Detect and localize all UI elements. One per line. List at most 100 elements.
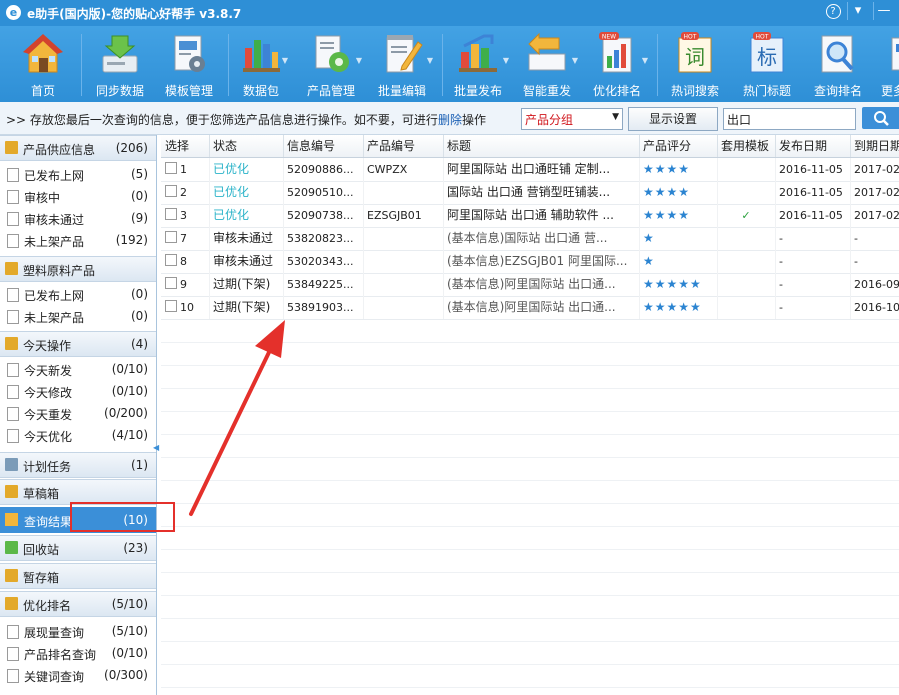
row-exp-date: - [850,250,899,273]
row-status: 过期(下架) [209,296,284,319]
col-select[interactable]: 选择 [161,135,210,157]
toolbar-batch-publish-button[interactable]: 批量发布 ▼ [449,30,509,100]
search-icon [874,111,889,126]
toolbar-more-label: 更多 [881,84,899,98]
col-product-id[interactable]: 产品编号 [363,135,444,157]
toolbar-home-button[interactable]: 首页 [16,30,70,100]
sidebar-item-count: (0) [131,309,148,323]
sidebar-item-impression-query[interactable]: 展现量查询 (5/10) [0,620,156,642]
search-button[interactable] [862,107,899,129]
row-template [717,181,776,204]
toolbar-hot-word-button[interactable]: 词 HOT 热词搜索 [664,30,726,100]
toolbar-query-rank-label: 查询排名 [813,84,862,98]
sidebar-section-plastic[interactable]: 塑料原料产品 [0,256,156,282]
sidebar-item-today-new[interactable]: 今天新发 (0/10) [0,358,156,380]
col-pub-date[interactable]: 发布日期 [775,135,851,157]
col-status[interactable]: 状态 [209,135,284,157]
row-pub-date: 2016-11-05 [775,158,851,181]
table-row[interactable]: 8 审核未通过 53020343... (基本信息)EZSGJB01 阿里国际.… [161,250,899,274]
sidebar-section-recycle[interactable]: 回收站 (23) [0,535,156,561]
toolbar-smart-republish-button[interactable]: 智能重发 ▼ [518,30,578,100]
row-select-cell[interactable]: 10 [161,296,210,319]
help-button[interactable]: ? [823,2,843,20]
row-checkbox[interactable] [165,185,177,197]
folder-icon [5,597,18,610]
sidebar-item-keyword-query[interactable]: 关键词查询 (0/300) [0,664,156,686]
toolbar-more-button[interactable]: 更多 [878,30,899,100]
toolbar-product-button[interactable]: 产品管理 ▼ [302,30,362,100]
row-checkbox[interactable] [165,300,177,312]
sidebar-section-count: (5/10) [111,597,148,611]
table-row[interactable]: 3 已优化 52090738... EZSGJB01 阿里国际站 出口通 辅助软… [161,204,899,228]
sidebar-item-reviewing[interactable]: 审核中 (0) [0,185,156,207]
menu-dropdown-button[interactable]: ▾ [847,2,868,20]
col-template[interactable]: 套用模板 [717,135,776,157]
table-row[interactable]: 9 过期(下架) 53849225... (基本信息)阿里国际站 出口通... … [161,273,899,297]
display-settings-button[interactable]: 显示设置 [628,107,718,131]
col-exp-date[interactable]: 到期日期 [850,135,899,157]
row-select-cell[interactable]: 9 [161,273,210,296]
product-group-select[interactable]: 产品分组 ▼ [521,108,623,130]
col-info-id[interactable]: 信息编号 [283,135,364,157]
sidebar-section-today[interactable]: 今天操作 (4) [0,331,156,357]
grid-line [161,618,899,619]
toolbar-query-rank-button[interactable]: 查询排名 [808,30,868,100]
sidebar-item-published[interactable]: 已发布上网 (5) [0,163,156,185]
toolbar-batch-edit-button[interactable]: 批量编辑 ▼ [373,30,433,100]
row-checkbox[interactable] [165,254,177,266]
row-checkbox[interactable] [165,231,177,243]
delete-link[interactable]: 删除 [438,113,462,127]
col-score[interactable]: 产品评分 [639,135,718,157]
sidebar-collapse-handle[interactable]: ◀ [153,443,159,455]
search-input[interactable]: 出口 [723,108,856,130]
chevron-down-icon[interactable]: ▼ [427,56,433,65]
row-title: 国际站 出口通 营销型旺铺装... [443,181,640,204]
row-select-cell[interactable]: 8 [161,250,210,273]
folder-icon [5,141,18,154]
sidebar-section-scheduled[interactable]: 计划任务 (1) [0,452,156,478]
col-title[interactable]: 标题 [443,135,640,157]
toolbar-sync-button[interactable]: 同步数据 [90,30,150,100]
row-select-cell[interactable]: 2 [161,181,210,204]
sidebar: 产品供应信息 (206) 已发布上网 (5) 审核中 (0) 审核未通过 (9) 未上… [0,135,157,695]
sidebar-item-plastic-unlisted[interactable]: 未上架产品 (0) [0,305,156,327]
toolbar-optimize-button[interactable]: NEW 优化排名 ▼ [588,30,648,100]
draft-pencil-icon [5,485,18,498]
toolbar-datapack-button[interactable]: 数据包 ▼ [236,30,288,100]
row-title: (基本信息)国际站 出口通 营... [443,227,640,250]
chevron-down-icon[interactable]: ▼ [572,56,578,65]
toolbar-hot-title-button[interactable]: 标 HOT 热门标题 [736,30,798,100]
toolbar-template-label: 模板管理 [164,84,213,98]
sidebar-section-label: 暂存箱 [23,571,60,585]
sidebar-item-today-modified[interactable]: 今天修改 (0/10) [0,380,156,402]
row-checkbox[interactable] [165,162,177,174]
sidebar-section-supply[interactable]: 产品供应信息 (206) [0,135,156,161]
minimize-button[interactable]: — [873,2,894,20]
row-checkbox[interactable] [165,277,177,289]
sidebar-item-plastic-published[interactable]: 已发布上网 (0) [0,283,156,305]
row-select-cell[interactable]: 7 [161,227,210,250]
row-select-cell[interactable]: 3 [161,204,210,227]
toolbar-template-button[interactable]: 模板管理 [160,30,218,100]
chevron-down-icon[interactable]: ▼ [642,56,648,65]
table-row[interactable]: 1 已优化 52090886... CWPZX 阿里国际站 出口通旺铺 定制..… [161,158,899,182]
chevron-down-icon[interactable]: ▼ [356,56,362,65]
sidebar-item-today-optimized[interactable]: 今天优化 (4/10) [0,424,156,446]
page-icon [7,385,19,399]
toolbar-divider [228,34,229,96]
sidebar-item-today-republished[interactable]: 今天重发 (0/200) [0,402,156,424]
sidebar-section-optimize[interactable]: 优化排名 (5/10) [0,591,156,617]
sidebar-section-staging[interactable]: 暂存箱 [0,563,156,589]
row-checkbox[interactable] [165,208,177,220]
row-title: (基本信息)阿里国际站 出口通... [443,273,640,296]
sidebar-item-rejected[interactable]: 审核未通过 (9) [0,207,156,229]
chevron-down-icon[interactable]: ▼ [503,56,509,65]
table-row[interactable]: 2 已优化 52090510... 国际站 出口通 营销型旺铺装... ★★★★… [161,181,899,205]
row-select-cell[interactable]: 1 [161,158,210,181]
chevron-down-icon[interactable]: ▼ [282,56,288,65]
table-row[interactable]: 7 审核未通过 53820823... (基本信息)国际站 出口通 营... ★… [161,227,899,251]
table-row[interactable]: 10 过期(下架) 53891903... (基本信息)阿里国际站 出口通...… [161,296,899,320]
chevron-down-icon: ▾ [854,3,862,18]
sidebar-item-product-rank-query[interactable]: 产品排名查询 (0/10) [0,642,156,664]
sidebar-item-unlisted[interactable]: 未上架产品 (192) [0,229,156,251]
